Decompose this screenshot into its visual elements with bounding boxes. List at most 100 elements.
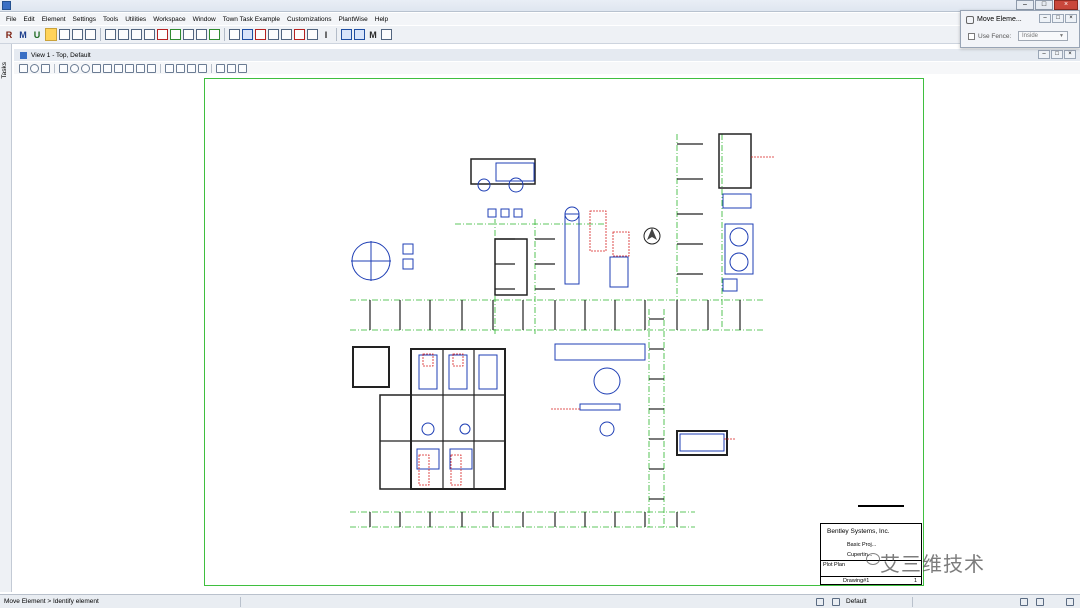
view-close-button[interactable]: × [1064,50,1076,59]
redo-icon[interactable] [354,29,365,40]
title-block-sheet-number: 1 [914,578,918,584]
view-display-style-icon[interactable] [238,63,247,73]
menu-town-task-example[interactable]: Town Task Example [223,16,280,23]
zoom-in-icon[interactable] [70,63,79,73]
drawing-sheet[interactable] [204,78,924,586]
plot-plan-drawing[interactable] [205,79,925,587]
table-icon[interactable] [229,29,240,40]
mirror-icon[interactable] [144,29,155,40]
rotate-icon[interactable] [131,29,142,40]
grid-toggle-icon[interactable] [1020,598,1028,606]
watermark-text: 艾三维技术 [880,552,985,576]
move-icon[interactable] [118,29,129,40]
lock-icon[interactable] [832,598,840,606]
clip-mask-icon[interactable] [187,63,196,73]
use-fence-checkbox[interactable] [968,33,975,40]
settings-icon[interactable] [1066,598,1074,606]
toolbar-separator [224,28,225,41]
view-minimize-button[interactable]: – [1038,50,1050,59]
fence-icon[interactable] [307,29,318,40]
dialog-title: Move Eleme... [977,16,1022,23]
view-previous-icon[interactable] [136,63,145,73]
title-block-company: Bentley Systems, Inc. [827,528,890,535]
home-icon[interactable] [1036,598,1044,606]
copy-icon[interactable] [105,29,116,40]
toolbar-separator [336,28,337,41]
render-icon[interactable] [227,63,236,73]
rotate-view-icon[interactable] [114,63,123,73]
cell-icon[interactable] [242,29,253,40]
attach-icon[interactable] [183,29,194,40]
toolbar-r-button[interactable]: R [3,28,15,41]
view-attributes-icon[interactable] [19,63,28,73]
highlight-icon[interactable] [85,29,96,40]
move-element-tool-icon [966,16,974,24]
menu-utilities[interactable]: Utilities [125,16,146,23]
toolbar-m-button[interactable]: M [17,28,29,41]
copy-view-icon[interactable] [165,63,174,73]
fence-mode-select[interactable]: Inside ▼ [1018,31,1068,41]
measure-icon[interactable]: M [367,28,379,41]
status-message: Move Element > Identify element [4,598,99,605]
fence-mode-value: Inside [1022,33,1039,39]
plantwise-icon[interactable] [209,29,220,40]
extend-icon[interactable] [281,29,292,40]
window-controls: – □ × [1016,0,1078,10]
view-toolbar [14,62,1080,74]
menu-plantwise[interactable]: PlantWise [338,16,367,23]
zoom-out-icon[interactable] [81,63,90,73]
snap-icon[interactable] [816,598,824,606]
camera-icon[interactable] [216,63,225,73]
active-level[interactable]: Default [846,598,867,605]
title-bar: – □ × [0,0,1080,12]
place-smartline-icon[interactable] [72,29,83,40]
update-view-icon[interactable] [41,63,50,73]
menu-workspace[interactable]: Workspace [153,16,185,23]
fit-view-icon[interactable] [103,63,112,73]
text-tool-icon[interactable]: I [320,28,332,41]
app-icon [2,1,11,10]
status-divider [912,597,913,607]
menu-edit[interactable]: Edit [23,16,34,23]
drawing-canvas[interactable] [14,75,1080,592]
maximize-button[interactable]: □ [1035,0,1053,10]
undo-icon[interactable] [341,29,352,40]
title-block-drawing: Drawing#1 [843,578,870,584]
close-button[interactable]: × [1054,0,1078,10]
grid-lines [350,134,765,529]
tasks-tab[interactable]: Tasks [1,62,11,79]
menu-element[interactable]: Element [42,16,66,23]
view-window-controls: – □ × [1038,50,1076,59]
update-icon[interactable] [59,63,68,73]
menu-window[interactable]: Window [193,16,216,23]
dialog-close-button[interactable]: × [1065,14,1077,23]
view-icon [20,51,27,59]
window-area-icon[interactable] [92,63,101,73]
view-toolbar-separator [211,63,212,73]
status-divider [240,597,241,607]
menu-file[interactable]: File [6,16,16,23]
break-icon[interactable] [294,29,305,40]
menu-tools[interactable]: Tools [103,16,118,23]
minimize-button[interactable]: – [1016,0,1034,10]
view-next-icon[interactable] [147,63,156,73]
pan-view-icon[interactable] [125,63,134,73]
delete-icon[interactable] [157,29,168,40]
view-maximize-button[interactable]: □ [1051,50,1063,59]
element-selection-icon[interactable] [45,28,57,41]
view-display-icon[interactable] [198,63,207,73]
toolbar-u-button[interactable]: U [31,28,43,41]
display-style-icon[interactable] [30,63,39,73]
clip-volume-icon[interactable] [176,63,185,73]
menu-help[interactable]: Help [375,16,388,23]
dialog-maximize-button[interactable]: □ [1052,14,1064,23]
menu-customizations[interactable]: Customizations [287,16,331,23]
dimension-icon[interactable] [196,29,207,40]
view-icon[interactable] [381,29,392,40]
trim-icon[interactable] [255,29,266,40]
dialog-minimize-button[interactable]: – [1039,14,1051,23]
place-line-icon[interactable] [59,29,70,40]
grid-icon[interactable] [170,29,181,40]
modify-icon[interactable] [268,29,279,40]
menu-settings[interactable]: Settings [73,16,97,23]
